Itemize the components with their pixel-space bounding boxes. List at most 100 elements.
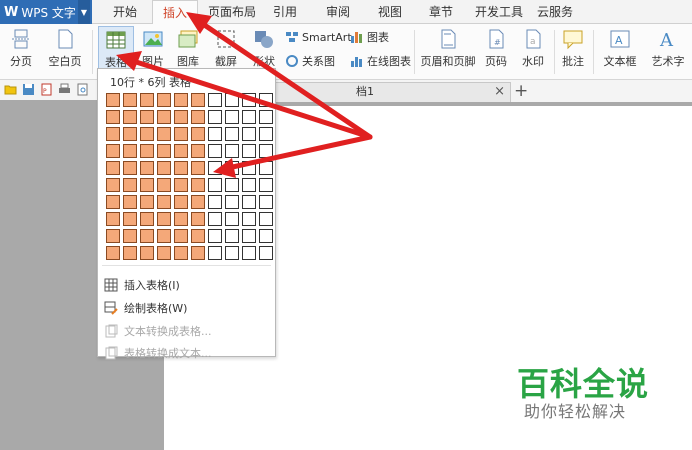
insert-table-menu-item[interactable]: 插入表格(I) [104,275,180,295]
table-grid-cell[interactable] [259,246,273,260]
table-grid-cell[interactable] [208,161,222,175]
smartart-button[interactable]: SmartArt [285,28,352,46]
table-grid-cell[interactable] [106,229,120,243]
table-grid-cell[interactable] [157,246,171,260]
draw-table-menu-item[interactable]: 绘制表格(W) [104,298,187,318]
new-tab-plus-icon[interactable]: + [514,80,528,102]
app-menu-button[interactable]: W WPS 文字 ▼ [0,0,92,24]
table-grid-cell[interactable] [259,212,273,226]
tab-view[interactable]: 视图 [370,0,410,24]
table-grid-cell[interactable] [225,195,239,209]
relation-chart-button[interactable]: 关系图 [285,52,335,70]
table-grid-cell[interactable] [140,229,154,243]
table-grid-cell[interactable] [208,110,222,124]
table-grid-cell[interactable] [225,246,239,260]
online-chart-button[interactable]: 在线图表 [350,52,411,70]
table-grid-cell[interactable] [157,127,171,141]
table-grid-cell[interactable] [157,110,171,124]
table-grid-cell[interactable] [242,127,256,141]
table-grid-cell[interactable] [225,229,239,243]
table-grid-cell[interactable] [123,195,137,209]
table-grid-cell[interactable] [123,212,137,226]
table-grid-cell[interactable] [174,212,188,226]
table-grid-cell[interactable] [106,127,120,141]
table-size-grid[interactable] [106,93,273,260]
header-footer-button[interactable]: 页眉和页脚 [420,26,476,76]
table-grid-cell[interactable] [242,195,256,209]
table-grid-cell[interactable] [157,93,171,107]
table-grid-cell[interactable] [259,144,273,158]
table-grid-cell[interactable] [208,127,222,141]
table-grid-cell[interactable] [123,110,137,124]
table-grid-cell[interactable] [174,93,188,107]
tab-references[interactable]: 引用 [265,0,305,24]
table-grid-cell[interactable] [123,93,137,107]
tab-review[interactable]: 审阅 [318,0,358,24]
table-grid-cell[interactable] [106,144,120,158]
table-grid-cell[interactable] [191,110,205,124]
table-grid-cell[interactable] [225,144,239,158]
table-grid-cell[interactable] [225,127,239,141]
table-grid-cell[interactable] [140,161,154,175]
table-grid-cell[interactable] [140,195,154,209]
app-menu-chevron-icon[interactable]: ▼ [78,0,90,24]
table-grid-cell[interactable] [174,195,188,209]
table-grid-cell[interactable] [191,144,205,158]
blank-page-button[interactable]: 空白页 [42,26,88,76]
table-grid-cell[interactable] [123,144,137,158]
table-grid-cell[interactable] [123,246,137,260]
table-grid-cell[interactable] [157,195,171,209]
export-pdf-icon[interactable]: P [40,83,53,96]
table-grid-cell[interactable] [242,212,256,226]
table-grid-cell[interactable] [191,246,205,260]
table-grid-cell[interactable] [208,229,222,243]
text-box-button[interactable]: A 文本框 [598,26,642,76]
page-number-button[interactable]: # 页码 [480,26,512,76]
table-grid-cell[interactable] [208,212,222,226]
table-grid-cell[interactable] [140,246,154,260]
table-grid-cell[interactable] [225,93,239,107]
table-grid-cell[interactable] [191,195,205,209]
table-grid-cell[interactable] [259,127,273,141]
table-grid-cell[interactable] [157,178,171,192]
table-grid-cell[interactable] [174,161,188,175]
table-grid-cell[interactable] [157,161,171,175]
table-grid-cell[interactable] [106,212,120,226]
table-grid-cell[interactable] [242,144,256,158]
document-tab[interactable]: 档1 × [275,82,511,102]
tab-chapter[interactable]: 章节 [421,0,461,24]
table-grid-cell[interactable] [106,195,120,209]
table-grid-cell[interactable] [242,93,256,107]
table-grid-cell[interactable] [225,212,239,226]
table-grid-cell[interactable] [191,229,205,243]
table-grid-cell[interactable] [208,93,222,107]
tab-insert[interactable]: 插入 [152,0,198,25]
table-grid-cell[interactable] [106,93,120,107]
table-grid-cell[interactable] [140,144,154,158]
table-grid-cell[interactable] [157,144,171,158]
table-grid-cell[interactable] [259,110,273,124]
table-grid-cell[interactable] [140,212,154,226]
word-art-button[interactable]: A 艺术字 [645,26,691,76]
table-grid-cell[interactable] [174,229,188,243]
table-grid-cell[interactable] [259,93,273,107]
table-grid-cell[interactable] [140,110,154,124]
table-grid-cell[interactable] [259,229,273,243]
tab-developer[interactable]: 开发工具 [470,0,528,24]
table-grid-cell[interactable] [208,246,222,260]
print-preview-icon[interactable] [76,83,89,96]
chart-button[interactable]: 图表 [350,28,389,46]
print-icon[interactable] [58,83,71,96]
table-grid-cell[interactable] [106,110,120,124]
table-grid-cell[interactable] [259,161,273,175]
table-grid-cell[interactable] [174,144,188,158]
comment-button[interactable]: 批注 [558,26,588,76]
table-grid-cell[interactable] [225,161,239,175]
table-grid-cell[interactable] [106,178,120,192]
table-grid-cell[interactable] [242,161,256,175]
table-grid-cell[interactable] [174,246,188,260]
table-grid-cell[interactable] [225,178,239,192]
watermark-button[interactable]: a 水印 [516,26,550,76]
table-grid-cell[interactable] [106,161,120,175]
table-grid-cell[interactable] [106,246,120,260]
